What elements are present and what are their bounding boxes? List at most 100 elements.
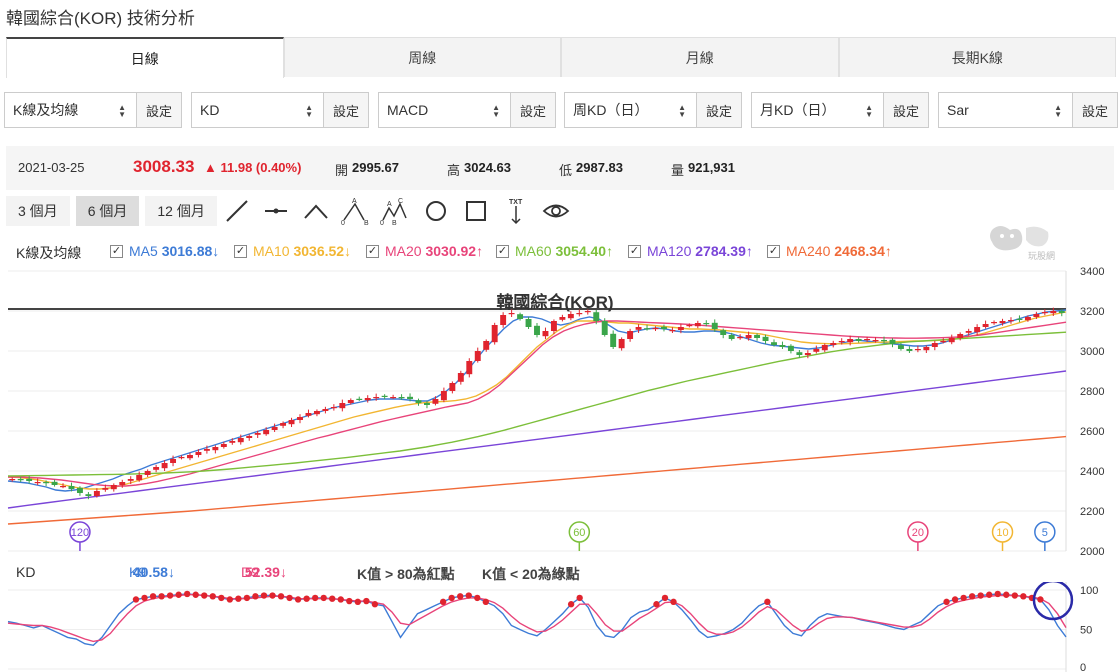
- candle-body: [288, 420, 295, 425]
- horizontal-line-tool-icon[interactable]: [261, 196, 291, 226]
- checkbox-icon[interactable]: ✓: [110, 244, 123, 258]
- selector-group-sar: Sar ▲ ▼ 設定: [938, 92, 1118, 128]
- candle-body: [804, 353, 811, 355]
- ma120-legend[interactable]: ✓ MA120 2784.39 ↑: [628, 243, 753, 259]
- select-arrows-icon: ▲ ▼: [118, 103, 126, 119]
- ma20-legend[interactable]: ✓ MA20 3030.92 ↑: [366, 243, 483, 259]
- pattern-letter-b: B: [392, 220, 397, 226]
- page-title: 韓國綜合(KOR) 技術分析: [6, 9, 195, 28]
- range-12-months-button[interactable]: 12 個月: [145, 196, 217, 226]
- rectangle-tool-icon[interactable]: [461, 196, 491, 226]
- abc-pattern-icon[interactable]: A 0 B: [340, 196, 370, 226]
- candle-body: [17, 479, 24, 481]
- ma5-name: MA5: [129, 243, 158, 259]
- candle-body: [1058, 311, 1065, 313]
- candle-body: [864, 339, 871, 341]
- candle-body: [26, 478, 33, 481]
- checkbox-icon[interactable]: ✓: [628, 244, 641, 258]
- candle-body: [796, 352, 803, 355]
- monthly-kd-select[interactable]: 月KD（日） ▲ ▼: [751, 92, 883, 128]
- kd-overbought-dot: [977, 592, 984, 599]
- candle-body: [576, 313, 583, 315]
- candle-body: [694, 323, 701, 327]
- kd-overbought-dot: [141, 594, 148, 602]
- text-tool-icon[interactable]: TXT: [501, 196, 531, 226]
- monthly-kd-settings-button[interactable]: 設定: [883, 92, 929, 128]
- sar-settings-button[interactable]: 設定: [1072, 92, 1118, 128]
- kd-select[interactable]: KD ▲ ▼: [191, 92, 323, 128]
- ma240-legend[interactable]: ✓ MA240 2468.34 ↑: [767, 243, 892, 259]
- candle-body: [957, 334, 964, 338]
- kline-settings-button[interactable]: 設定: [136, 92, 182, 128]
- candle-body: [34, 482, 41, 484]
- tab-weekly[interactable]: 周線: [283, 37, 561, 77]
- kd-overbought-dot: [243, 594, 251, 602]
- checkbox-icon[interactable]: ✓: [366, 244, 379, 258]
- candlestick-chart[interactable]: 2000 2200 2400 2600 2800 3000 3200 3400 韓國綜合(KOR…: [0, 262, 1120, 558]
- sar-select[interactable]: Sar ▲ ▼: [938, 92, 1072, 128]
- checkbox-icon[interactable]: ✓: [496, 244, 509, 258]
- kline-select-value: K線及均線: [13, 102, 79, 118]
- ma5-legend[interactable]: ✓ MA5 3016.88 ↓: [110, 243, 219, 259]
- tab-monthly[interactable]: 月線: [561, 37, 839, 77]
- wave-pattern-icon[interactable]: CA 0 B: [380, 196, 410, 226]
- candle-body: [542, 331, 549, 337]
- ma60-value: 3054.40: [555, 243, 607, 259]
- range-buttons: 3 個月 6 個月 12 個月: [6, 196, 223, 226]
- logo-text: 玩股網: [1028, 250, 1055, 261]
- candle-body: [737, 337, 744, 339]
- chart-title-label: 韓國綜合(KOR): [496, 292, 613, 312]
- select-arrows-icon: ▲ ▼: [865, 103, 873, 119]
- k9-legend: K9 40.58 ↓: [129, 564, 175, 580]
- kd-overbought-dot: [482, 598, 490, 606]
- tab-long-term[interactable]: 長期K線: [838, 37, 1116, 77]
- candle-body: [703, 323, 710, 325]
- candle-body: [432, 399, 439, 404]
- candle-body: [559, 317, 566, 320]
- kline-select[interactable]: K線及均線 ▲ ▼: [4, 92, 136, 128]
- weekly-kd-select[interactable]: 周KD（日） ▲ ▼: [564, 92, 696, 128]
- macd-settings-button[interactable]: 設定: [510, 92, 556, 128]
- candle-body: [93, 491, 100, 496]
- quote-date: 2021-03-25: [18, 160, 85, 175]
- candle-body: [982, 324, 989, 327]
- d9-legend: D9 52.39 ↓: [241, 564, 287, 580]
- range-6-months-button[interactable]: 6 個月: [75, 196, 140, 226]
- circle-tool-icon[interactable]: [421, 196, 451, 226]
- candle-body: [940, 341, 947, 343]
- kd-overbought-dot: [576, 594, 583, 602]
- ma10-legend[interactable]: ✓ MA10 3036.52 ↓: [234, 243, 351, 259]
- k9-line: [7, 593, 1067, 647]
- candle-body: [686, 325, 693, 327]
- kd-overbought-dot: [371, 601, 379, 608]
- kd-y-tick-label: 0: [1080, 662, 1086, 672]
- selector-group-kd: KD ▲ ▼ 設定: [191, 92, 369, 128]
- kd-overbought-dot: [1003, 591, 1010, 598]
- line-tool-icon[interactable]: [222, 196, 252, 226]
- weekly-kd-settings-button[interactable]: 設定: [696, 92, 742, 128]
- kd-chart[interactable]: 0 50 100: [0, 582, 1120, 672]
- select-arrows-icon: ▲ ▼: [678, 103, 686, 119]
- volume-value: 921,931: [688, 160, 735, 175]
- checkbox-icon[interactable]: ✓: [767, 244, 780, 258]
- candle-body: [813, 349, 820, 352]
- candle-body: [297, 417, 303, 420]
- candle-body: [246, 436, 253, 438]
- angle-tool-icon[interactable]: [301, 196, 331, 226]
- y-tick-label: 3000: [1080, 346, 1104, 358]
- candle-body: [1041, 312, 1048, 314]
- candle-body: [779, 345, 786, 347]
- ma-marker-label: 60: [573, 527, 585, 539]
- eye-icon[interactable]: [541, 196, 571, 226]
- kd-overbought-dot: [294, 596, 302, 603]
- candle-body: [500, 315, 507, 325]
- select-arrows-icon: ▲ ▼: [305, 103, 313, 119]
- checkbox-icon[interactable]: ✓: [234, 244, 247, 258]
- range-3-months-button[interactable]: 3 個月: [6, 196, 70, 226]
- tab-daily[interactable]: 日線: [6, 37, 284, 78]
- kd-settings-button[interactable]: 設定: [323, 92, 369, 128]
- candle-body: [212, 447, 219, 451]
- macd-select[interactable]: MACD ▲ ▼: [378, 92, 510, 128]
- ma60-legend[interactable]: ✓ MA60 3054.40 ↑: [496, 243, 613, 259]
- y-tick-label: 2600: [1080, 426, 1104, 438]
